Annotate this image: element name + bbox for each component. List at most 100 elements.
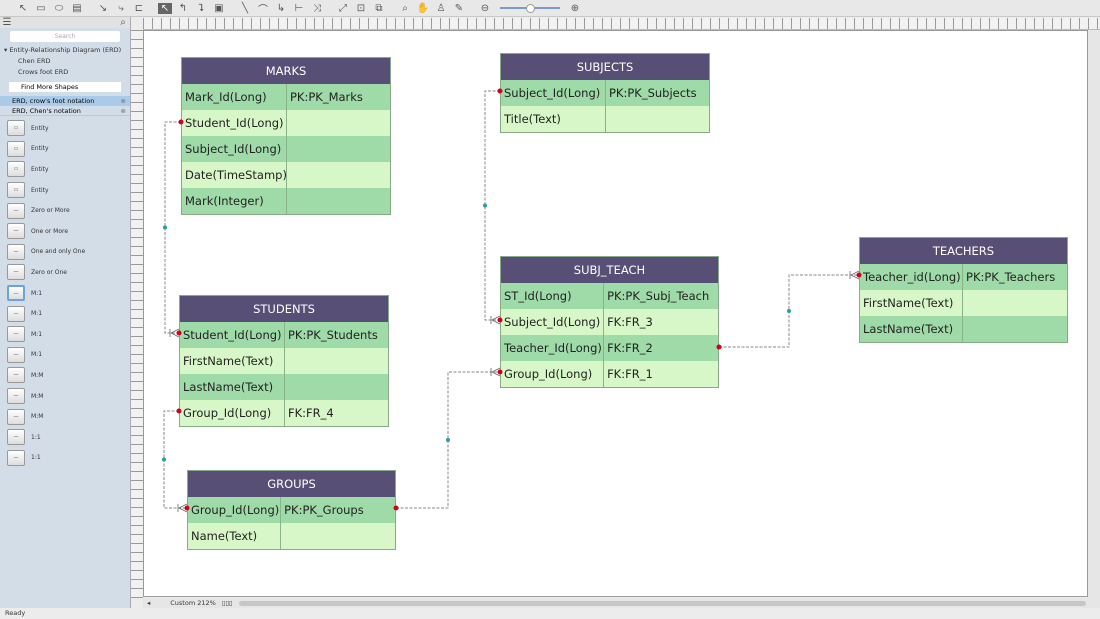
pointer-icon[interactable]: ↖ (16, 3, 30, 14)
connector-icon[interactable]: ↘ (96, 3, 110, 14)
entity-row[interactable]: FirstName(Text) (180, 348, 388, 374)
polyline-icon[interactable]: ↳ (274, 3, 288, 14)
layout-icon[interactable]: ▣ (212, 3, 226, 14)
shape-item[interactable]: — Zero or One (0, 262, 130, 283)
shape-item[interactable]: ▭ Entity (0, 180, 130, 201)
entity-subjects[interactable]: SUBJECTS Subject_Id(Long) PK:PK_Subjects Ti… (500, 53, 710, 133)
search-icon[interactable]: ⌕ (398, 3, 412, 14)
select-icon[interactable]: ↖ (158, 2, 172, 14)
shape-label: M:M (31, 371, 44, 379)
entity-groups[interactable]: GROUPS Group_Id(Long) PK:PK_Groups Name(Tex… (187, 470, 396, 550)
entity-row[interactable]: LastName(Text) (180, 374, 388, 400)
shape-label: M:1 (31, 289, 43, 297)
entity-row[interactable]: Mark(Integer) (182, 188, 390, 214)
shape-item[interactable]: — One and only One (0, 242, 130, 263)
entity-row[interactable]: Mark_Id(Long) PK:PK_Marks (182, 84, 390, 110)
shape-item[interactable]: ▭ Entity (0, 159, 130, 180)
library-label: ERD, crow's foot notation (12, 97, 95, 105)
library-chen[interactable]: ERD, Chen's notation ⊗ (0, 106, 130, 116)
zoom-select[interactable]: Custom 212% (170, 599, 216, 607)
zoom-region-icon[interactable]: ⊡ (354, 3, 368, 14)
group-icon[interactable]: ⧉ (372, 3, 386, 14)
shape-item[interactable]: ▭ Entity (0, 139, 130, 160)
smart-connector-icon[interactable]: ↰ (176, 3, 190, 14)
entity-row[interactable]: Student_Id(Long) PK:PK_Students (180, 322, 388, 348)
entity-row[interactable]: Subject_Id(Long) PK:PK_Subjects (501, 80, 709, 106)
vertical-scrollbar[interactable] (1088, 30, 1100, 598)
shape-item[interactable]: — M:M (0, 386, 130, 407)
rectangle-icon[interactable]: ▭ (34, 3, 48, 14)
stamp-icon[interactable]: ♙ (434, 3, 448, 14)
entity-teachers[interactable]: TEACHERS Teacher_id(Long) PK:PK_Teachers Fi… (859, 237, 1068, 343)
entity-row[interactable]: LastName(Text) (860, 316, 1067, 342)
zoom-in-icon[interactable]: ⊕ (568, 3, 582, 14)
shape-item[interactable]: — M:M (0, 365, 130, 386)
fit-icon[interactable]: ⤢ (336, 3, 350, 14)
vertical-ruler (131, 30, 143, 598)
entity-marks[interactable]: MARKS Mark_Id(Long) PK:PK_Marks Student_Id(… (181, 57, 391, 215)
shape-item[interactable]: — Zero or More (0, 200, 130, 221)
entity-students[interactable]: STUDENTS Student_Id(Long) PK:PK_Students Fi… (179, 295, 389, 427)
tree-item-chen[interactable]: Chen ERD (0, 56, 130, 67)
entity-title: TEACHERS (860, 238, 1067, 264)
tree-connector-icon[interactable]: ⊏ (132, 3, 146, 14)
entity-row[interactable]: Date(TimeStamp) (182, 162, 390, 188)
line-icon[interactable]: ╲ (238, 3, 252, 14)
entity-row[interactable]: ST_Id(Long) PK:PK_Subj_Teach (501, 283, 718, 309)
attribute-name: Group_Id(Long) (188, 497, 282, 523)
page-nav[interactable]: ▯▯▯ (222, 599, 233, 607)
curved-connector-icon[interactable]: ⤷ (114, 3, 128, 14)
find-more-shapes-button[interactable]: Find More Shapes (9, 82, 121, 92)
shape-item[interactable]: — M:1 (0, 283, 130, 304)
shape-thumbnail-icon: — (7, 223, 25, 240)
library-crows-foot[interactable]: ERD, crow's foot notation ⊗ (0, 96, 130, 106)
shape-search-input[interactable]: Search (10, 31, 120, 42)
scroll-left-icon[interactable]: ◂ (147, 599, 150, 607)
shape-item[interactable]: — 1:1 (0, 448, 130, 469)
tree-item-crows-foot[interactable]: Crows foot ERD (0, 67, 130, 78)
entity-row[interactable]: Teacher_Id(Long) FK:FR_2 (501, 335, 718, 361)
text-icon[interactable]: ▤ (70, 3, 84, 14)
eyedropper-icon[interactable]: ✎ (452, 3, 466, 14)
library-view-icon[interactable]: ☰ (0, 17, 14, 28)
entity-row[interactable]: Student_Id(Long) (182, 110, 390, 136)
zoom-out-icon[interactable]: ⊖ (478, 3, 492, 14)
bezier-icon[interactable]: ⊢ (292, 3, 306, 14)
entity-row[interactable]: FirstName(Text) (860, 290, 1067, 316)
tree-item-erd[interactable]: ▾ Entity-Relationship Diagram (ERD) (0, 45, 130, 56)
shape-item[interactable]: — M:M (0, 406, 130, 427)
shape-thumbnail-icon: ▭ (7, 161, 25, 178)
shape-item[interactable]: — M:1 (0, 303, 130, 324)
close-icon[interactable]: ⊗ (121, 106, 126, 116)
entity-row[interactable]: Group_Id(Long) FK:FR_1 (501, 361, 718, 387)
search-tab-icon[interactable]: ⌕ (116, 17, 130, 28)
shape-label: M:M (31, 392, 44, 400)
shape-item[interactable]: ▭ Entity (0, 118, 130, 139)
zoom-slider[interactable] (500, 4, 560, 13)
arc-icon[interactable]: ⌒ (256, 1, 270, 16)
shape-item[interactable]: — 1:1 (0, 427, 130, 448)
horizontal-scrollbar[interactable] (238, 600, 1086, 606)
shape-thumbnail-icon: — (7, 388, 25, 405)
entity-row[interactable]: Subject_Id(Long) (182, 136, 390, 162)
shape-label: M:1 (31, 310, 43, 318)
attribute-name: Group_Id(Long) (501, 361, 605, 387)
attribute-name: FirstName(Text) (180, 348, 285, 374)
spline-icon[interactable]: ⤨ (310, 3, 324, 14)
shape-label: One and only One (31, 248, 86, 256)
ellipse-icon[interactable]: ⬭ (52, 3, 66, 14)
shape-item[interactable]: — M:1 (0, 324, 130, 345)
entity-row[interactable]: Group_Id(Long) PK:PK_Groups (188, 497, 395, 523)
entity-row[interactable]: Group_Id(Long) FK:FR_4 (180, 400, 388, 426)
attribute-key (287, 136, 390, 162)
entity-row[interactable]: Subject_Id(Long) FK:FR_3 (501, 309, 718, 335)
close-icon[interactable]: ⊗ (121, 96, 126, 106)
entity-row[interactable]: Teacher_id(Long) PK:PK_Teachers (860, 264, 1067, 290)
route-icon[interactable]: ⮧ (194, 3, 208, 14)
hand-icon[interactable]: ✋ (416, 3, 430, 14)
shape-item[interactable]: — M:1 (0, 345, 130, 366)
entity-row[interactable]: Name(Text) (188, 523, 395, 549)
entity-subj-teach[interactable]: SUBJ_TEACH ST_Id(Long) PK:PK_Subj_Teach Sub… (500, 256, 719, 388)
entity-row[interactable]: Title(Text) (501, 106, 709, 132)
shape-item[interactable]: — One or More (0, 221, 130, 242)
